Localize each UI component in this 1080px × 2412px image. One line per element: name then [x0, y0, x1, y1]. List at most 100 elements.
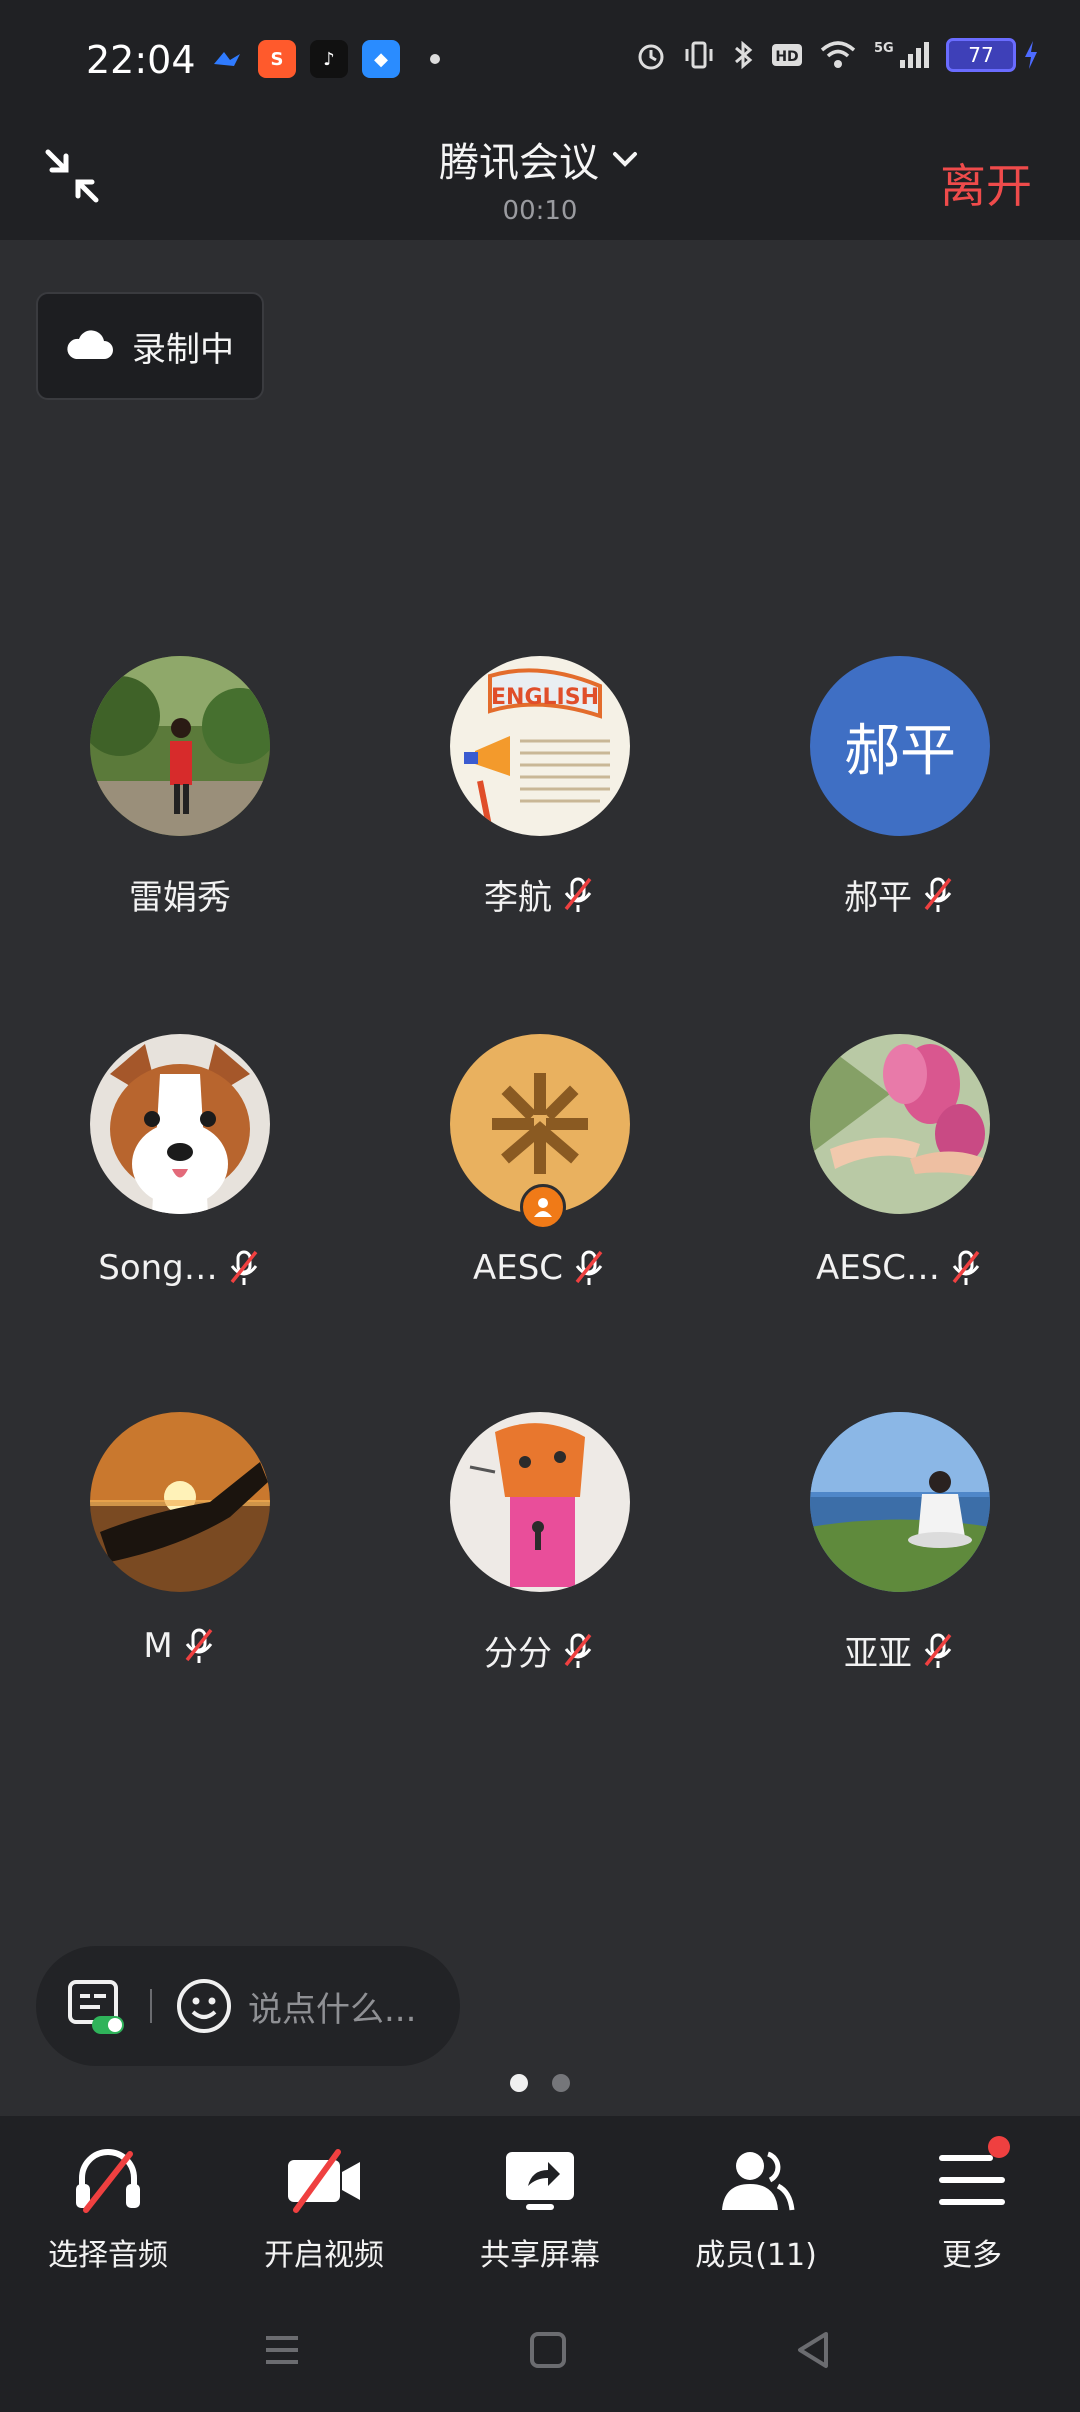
hd-icon: HD	[772, 44, 802, 66]
share-screen-label: 共享屏幕	[480, 2238, 600, 2273]
mic-muted-icon	[924, 877, 952, 912]
meeting-title[interactable]: 腾讯会议	[439, 130, 641, 188]
participant-name-row: 雷娟秀	[129, 870, 231, 919]
chevron-down-icon	[613, 152, 637, 167]
participant-name-row: Song…	[98, 1248, 262, 1288]
battery-indicator: 77	[946, 38, 1040, 72]
tiktok-icon: ♪	[310, 40, 348, 78]
participant-tile[interactable]: 郝平 郝平	[720, 656, 1080, 956]
members-label: 成员(11)	[695, 2238, 817, 2273]
system-nav-bar	[0, 2296, 1080, 2412]
charging-icon	[1025, 41, 1037, 69]
svg-text:HD: HD	[775, 49, 798, 65]
bluetooth-icon	[735, 40, 753, 70]
chat-divider	[150, 1989, 152, 2023]
participant-tile[interactable]: ENGLISH 李航	[360, 656, 720, 956]
participant-name: 李航	[484, 878, 552, 918]
chat-bar: 说点什么...	[36, 1946, 460, 2066]
participant-tile[interactable]: 分分	[360, 1412, 720, 1712]
lark-icon	[214, 52, 240, 66]
participant-name: Song…	[98, 1248, 218, 1288]
meeting-toolbar: 选择音频 开启视频 共享屏幕 成员(11) 更多	[0, 2116, 1080, 2296]
mic-muted-icon	[952, 1250, 980, 1285]
page-dot[interactable]	[552, 2074, 570, 2092]
members-button[interactable]: 成员(11)	[648, 2144, 864, 2274]
status-app-icons: S ♪ ◆	[210, 40, 440, 78]
avatar-photo	[450, 1412, 630, 1592]
participant-name-row: AESC…	[816, 1248, 984, 1288]
leave-button[interactable]: 离开	[940, 150, 1032, 216]
participant-tile[interactable]: M	[0, 1412, 360, 1712]
share-screen-button[interactable]: 共享屏幕	[432, 2144, 648, 2274]
select-audio-button[interactable]: 选择音频	[0, 2144, 216, 2274]
participant-tile[interactable]: 雷娟秀	[0, 656, 360, 956]
mic-muted-icon	[564, 1633, 592, 1668]
meeting-title-block[interactable]: 腾讯会议 00:10	[0, 130, 1080, 226]
avatar-initials-text: 郝平	[844, 718, 956, 784]
home-icon[interactable]	[528, 2330, 568, 2370]
headset-off-icon	[76, 2149, 140, 2213]
participant-name-row: 李航	[484, 870, 596, 919]
captions-toggle-icon[interactable]	[64, 1976, 128, 2036]
back-icon[interactable]	[794, 2330, 834, 2370]
mic-muted-icon	[575, 1250, 603, 1285]
alarm-icon	[638, 44, 664, 70]
participant-name-row: 郝平	[844, 870, 956, 919]
members-icon	[722, 2151, 795, 2211]
avatar-photo	[80, 656, 278, 836]
vibrate-icon	[685, 41, 713, 69]
participant-name-row: 分分	[484, 1626, 596, 1675]
page-dot-active[interactable]	[510, 2074, 528, 2092]
mic-muted-icon	[924, 1633, 952, 1668]
recording-badge[interactable]: 录制中	[36, 292, 264, 400]
signal-5g-icon: 5G	[874, 41, 929, 68]
meeting-timer: 00:10	[502, 196, 578, 226]
participant-tile[interactable]: 亚亚	[720, 1412, 1080, 1712]
participant-tile[interactable]: Song…	[0, 1034, 360, 1334]
participant-name: 雷娟秀	[129, 878, 231, 918]
avatar-photo: ENGLISH	[450, 656, 630, 836]
more-button[interactable]: 更多	[864, 2136, 1080, 2274]
participant-name-row: M	[143, 1626, 216, 1666]
recent-apps-icon[interactable]	[262, 2330, 302, 2370]
participant-name: AESC…	[815, 1248, 941, 1288]
battery-level: 77	[946, 38, 1016, 72]
participant-name: 亚亚	[844, 1634, 912, 1674]
status-bar: 22:04 S ♪ ◆ HD 5G 77	[0, 0, 1080, 122]
participant-tile[interactable]: AESC	[360, 1034, 720, 1334]
participant-name: 郝平	[844, 878, 912, 918]
start-video-button[interactable]: 开启视频	[216, 2144, 432, 2274]
avatar-photo	[810, 1034, 990, 1214]
status-indicators: HD 5G 77	[634, 38, 1040, 72]
host-badge	[520, 1184, 566, 1230]
wifi-icon	[820, 41, 856, 68]
avatar-photo	[810, 1412, 990, 1592]
participant-tile[interactable]: AESC…	[720, 1034, 1080, 1334]
select-audio-label: 选择音频	[48, 2238, 168, 2273]
video-off-icon	[288, 2149, 360, 2213]
participant-name-row: AESC	[473, 1248, 607, 1288]
avatar-initials: 郝平	[810, 656, 990, 836]
recording-label: 录制中	[132, 329, 234, 370]
avatar-photo	[90, 1412, 270, 1592]
chat-input[interactable]: 说点什么...	[248, 1982, 416, 2031]
notification-dot	[430, 54, 440, 64]
status-time: 22:04	[86, 38, 196, 82]
participant-name: AESC	[472, 1248, 564, 1288]
meeting-title-text: 腾讯会议	[439, 140, 599, 186]
page-indicator	[0, 2074, 1080, 2092]
start-video-label: 开启视频	[264, 2238, 384, 2273]
mic-muted-icon	[230, 1250, 258, 1285]
more-label: 更多	[942, 2238, 1002, 2273]
participant-name: 分分	[484, 1634, 552, 1674]
emoji-icon[interactable]	[174, 1976, 234, 2036]
svg-text:ENGLISH: ENGLISH	[491, 685, 599, 710]
cloud-icon	[67, 330, 113, 359]
svg-text:5G: 5G	[874, 41, 894, 56]
share-screen-icon	[506, 2152, 574, 2210]
host-person-icon	[534, 1198, 552, 1217]
participant-name: M	[143, 1626, 173, 1666]
shopping-app-icon: S	[258, 40, 296, 78]
more-notification-badge	[988, 2136, 1010, 2158]
participant-name-row: 亚亚	[844, 1626, 956, 1675]
